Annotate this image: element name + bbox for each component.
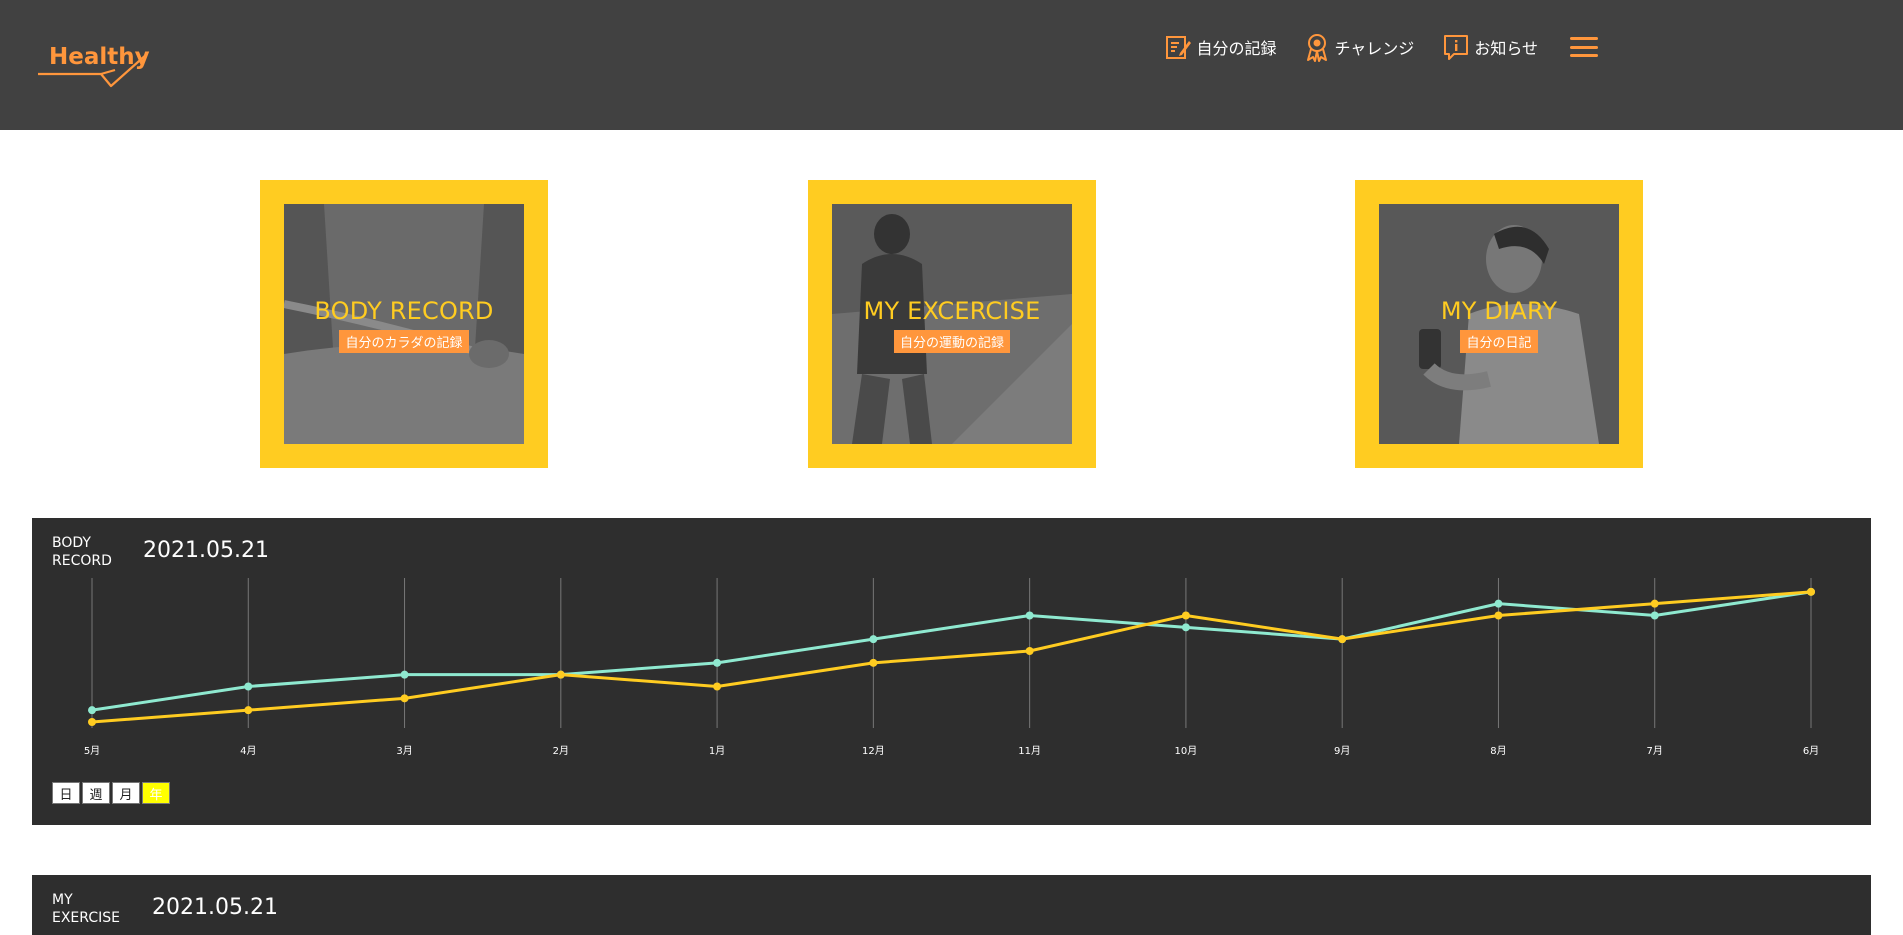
card-subtitle: 自分のカラダの記録	[339, 330, 469, 353]
x-tick-label: 12月	[862, 745, 885, 757]
hamburger-menu-icon[interactable]	[1570, 35, 1598, 59]
panel-label-line: MY	[52, 892, 73, 908]
card-subtitle: 自分の運動の記録	[893, 330, 1010, 353]
data-point	[869, 658, 878, 667]
body-record-chart: 5月 4月 3月 2月 1月 12月 11月 10月 9月 8月 7月 6月	[84, 578, 1819, 757]
info-icon	[1444, 35, 1469, 60]
my-exercise-label: MY EXERCISE	[52, 891, 120, 927]
series-line-2	[91, 590, 1812, 724]
card-my-exercise-text: MY EXCERCISE 自分の運動の記録	[832, 297, 1072, 353]
data-point	[244, 682, 253, 691]
x-tick-label: 3月	[396, 745, 412, 757]
nav-news-label: お知らせ	[1474, 39, 1538, 58]
x-tick-label: 8月	[1490, 745, 1506, 757]
card-my-diary[interactable]: MY DIARY 自分の日記	[1355, 180, 1643, 468]
my-exercise-panel: MY EXERCISE 2021.05.21	[32, 875, 1871, 935]
my-exercise-date: 2021.05.21	[152, 895, 278, 920]
x-tick-label: 11月	[1018, 745, 1041, 757]
data-point	[713, 682, 722, 691]
panel-label-line: EXERCISE	[52, 910, 120, 926]
card-photo-frame: MY DIARY 自分の日記	[1379, 204, 1619, 444]
x-tick-label: 10月	[1175, 745, 1198, 757]
x-tick-label: 7月	[1647, 745, 1663, 757]
tab-day[interactable]: 日	[52, 782, 80, 804]
card-title: BODY RECORD	[314, 297, 494, 325]
menu-bar	[1570, 54, 1598, 57]
data-point	[869, 635, 878, 644]
card-body-record-text: BODY RECORD 自分のカラダの記録	[284, 297, 524, 353]
data-point	[1181, 623, 1190, 632]
series-line-1	[91, 590, 1812, 712]
x-tick-label: 9月	[1334, 745, 1350, 757]
data-point	[1494, 599, 1503, 608]
data-point	[88, 718, 96, 726]
card-my-exercise[interactable]: MY EXCERCISE 自分の運動の記録	[808, 180, 1096, 468]
card-my-diary-text: MY DIARY 自分の日記	[1379, 297, 1619, 353]
x-tick-label: 1月	[709, 745, 725, 757]
nav-my-record[interactable]: 自分の記録	[1164, 33, 1276, 61]
x-tick-label: 2月	[553, 745, 569, 757]
card-body-record[interactable]: BODY RECORD 自分のカラダの記録	[260, 180, 548, 468]
data-point	[1494, 611, 1503, 620]
nav-challenge[interactable]: チャレンジ	[1304, 32, 1414, 62]
main-nav: 自分の記録 チャレンジ お知らせ	[1164, 30, 1598, 64]
data-point	[1650, 611, 1659, 620]
nav-my-record-label: 自分の記録	[1196, 39, 1277, 58]
x-tick-label: 4月	[240, 745, 256, 757]
card-title: MY DIARY	[1440, 297, 1558, 325]
body-record-panel: BODY RECORD 2021.05.21 5月 4月 3月 2月 1月 12月 11月 1…	[32, 518, 1871, 825]
menu-bar	[1570, 37, 1598, 40]
tab-month[interactable]: 月	[112, 782, 140, 804]
data-point	[1338, 635, 1347, 644]
tab-week[interactable]: 週	[82, 782, 110, 804]
x-tick-label: 5月	[84, 745, 100, 757]
data-point	[1807, 587, 1815, 596]
data-point	[1181, 611, 1190, 620]
menu-bar	[1570, 45, 1598, 49]
data-point	[1025, 611, 1034, 620]
nav-challenge-label: チャレンジ	[1334, 39, 1415, 58]
card-subtitle: 自分の日記	[1460, 330, 1538, 353]
challenge-medal-icon	[1307, 34, 1328, 62]
data-point	[713, 658, 722, 667]
data-point	[400, 670, 409, 679]
card-photo-frame: MY EXCERCISE 自分の運動の記録	[832, 204, 1072, 444]
x-tick-label: 6月	[1803, 745, 1819, 757]
nav-news[interactable]: お知らせ	[1442, 33, 1538, 61]
data-point	[244, 706, 253, 715]
memo-icon	[1166, 36, 1192, 59]
data-point	[400, 694, 409, 703]
range-tabs: 日 週 月 年	[52, 782, 170, 804]
card-photo-frame: BODY RECORD 自分のカラダの記録	[284, 204, 524, 444]
data-point	[556, 670, 565, 679]
healthy-logo[interactable]: Healthy	[37, 40, 152, 90]
data-point	[88, 706, 96, 715]
tab-year[interactable]: 年	[142, 782, 170, 804]
card-title: MY EXCERCISE	[863, 297, 1041, 325]
app-header: Healthy 自分の記録 チャレンジ お知らせ	[0, 0, 1903, 130]
data-point	[1025, 647, 1034, 655]
data-point	[1650, 599, 1659, 608]
